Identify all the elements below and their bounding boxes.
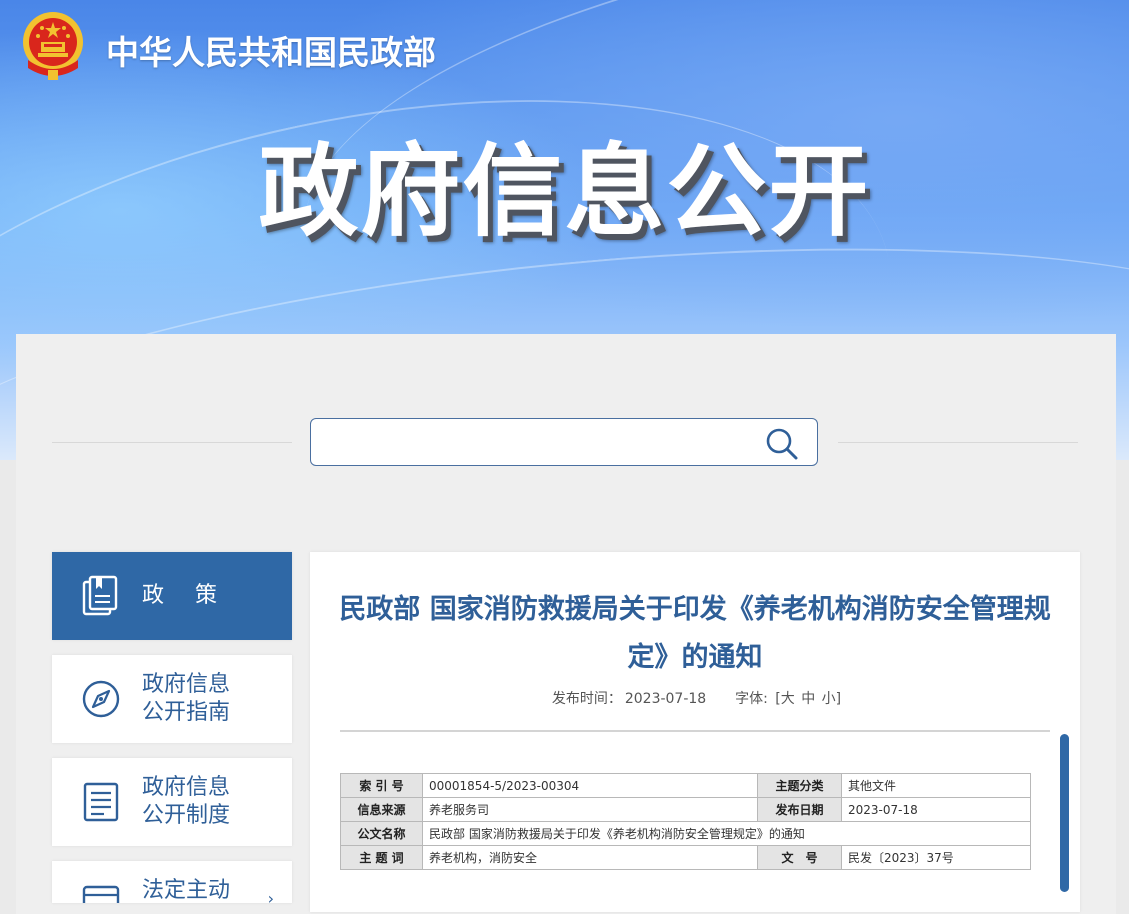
font-size-medium[interactable]: 中 — [801, 691, 815, 707]
compass-icon — [82, 680, 120, 718]
doc-name-label: 公文名称 — [340, 821, 423, 846]
sidebar-item-disclosure-system[interactable]: 政府信息 公开制度 — [52, 758, 292, 846]
document-stack-icon — [82, 575, 118, 616]
table-row: 主 题 词 养老机构，消防安全 文 号 民发〔2023〕37号 — [340, 845, 1031, 870]
index-value: 00001854-5/2023-00304 — [422, 773, 758, 798]
list-document-icon — [83, 782, 119, 822]
date-value: 2023-07-18 — [841, 797, 1031, 822]
doc-number-value: 民发〔2023〕37号 — [841, 845, 1031, 870]
table-row: 信息来源 养老服务司 发布日期 2023-07-18 — [340, 797, 1031, 822]
divider-right — [838, 442, 1078, 443]
category-value: 其他文件 — [841, 773, 1031, 798]
source-label: 信息来源 — [340, 797, 423, 822]
search-input[interactable] — [325, 427, 749, 459]
keywords-value: 养老机构，消防安全 — [422, 845, 758, 870]
sidebar-item-disclosure-guide[interactable]: 政府信息 公开指南 — [52, 655, 292, 743]
publish-label: 发布时间： — [551, 691, 622, 707]
divider-left — [52, 442, 292, 443]
date-label: 发布日期 — [757, 797, 842, 822]
chevron-right-icon: › — [267, 889, 274, 903]
page-title: 政府信息公开 — [258, 133, 871, 250]
category-label: 主题分类 — [757, 773, 842, 798]
sidebar-item-label: 政府信息 公开指南 — [142, 672, 231, 725]
sidebar-item-label: 法定主动 — [142, 878, 231, 903]
sidebar-item-statutory[interactable]: 法定主动 › — [52, 861, 292, 903]
index-label: 索 引 号 — [340, 773, 423, 798]
font-size-label: 字体: — [735, 691, 768, 707]
table-row: 公文名称 民政部 国家消防救援局关于印发《养老机构消防安全管理规定》的通知 — [340, 821, 1031, 846]
doc-name-value: 民政部 国家消防救援局关于印发《养老机构消防安全管理规定》的通知 — [422, 821, 1031, 846]
sidebar-item-policy[interactable]: 政 策 — [52, 552, 292, 640]
article-divider — [340, 730, 1050, 732]
article-meta: 发布时间： 2023-07-18 字体: [大 中 小] — [310, 688, 1080, 708]
folder-icon — [82, 885, 120, 903]
font-size-large[interactable]: [大 — [775, 691, 794, 707]
search-box — [310, 418, 818, 466]
font-size-small[interactable]: 小] — [822, 691, 841, 707]
sidebar-item-label: 政 策 — [142, 583, 229, 608]
national-emblem-icon — [23, 12, 83, 80]
table-row: 索 引 号 00001854-5/2023-00304 主题分类 其他文件 — [340, 773, 1031, 798]
sidebar-item-label: 政府信息 公开制度 — [142, 775, 231, 828]
search-icon[interactable] — [765, 427, 799, 461]
article-title: 民政部 国家消防救援局关于印发《养老机构消防安全管理规定》的通知 — [339, 594, 1051, 673]
article-panel: 民政部 国家消防救援局关于印发《养老机构消防安全管理规定》的通知 发布时间： 20… — [310, 552, 1080, 912]
document-info-table: 索 引 号 00001854-5/2023-00304 主题分类 其他文件 信息… — [340, 773, 1031, 870]
publish-date: 2023-07-18 — [624, 691, 707, 707]
keywords-label: 主 题 词 — [340, 845, 423, 870]
source-value: 养老服务司 — [422, 797, 758, 822]
doc-number-label: 文 号 — [757, 845, 842, 870]
ministry-name: 中华人民共和国民政部 — [106, 33, 436, 72]
scrollbar-thumb[interactable] — [1060, 734, 1069, 892]
